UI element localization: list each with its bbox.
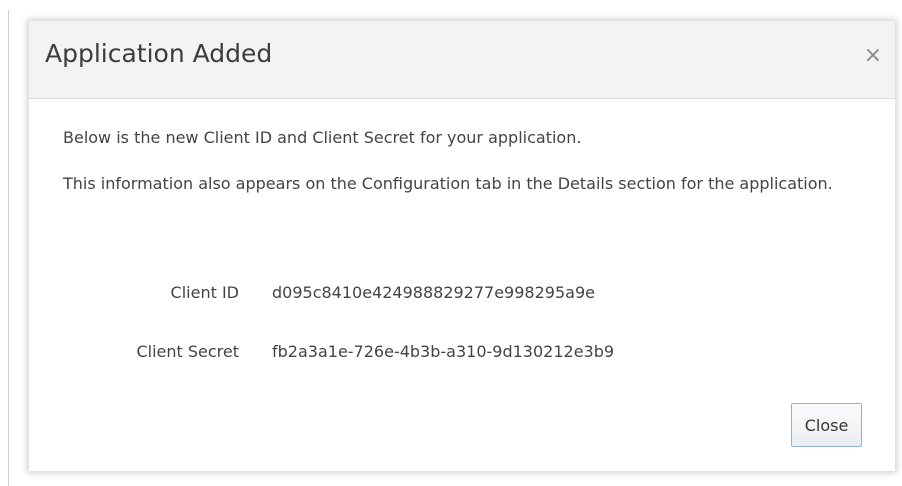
info-message: This information also appears on the Con… <box>63 174 833 193</box>
screenshot-stage: Application Added × Below is the new Cli… <box>0 0 902 486</box>
client-secret-value: fb2a3a1e-726e-4b3b-a310-9d130212e3b9 <box>272 342 615 361</box>
client-id-value: d095c8410e424988829277e998295a9e <box>272 283 595 302</box>
client-id-label: Client ID <box>170 283 239 302</box>
close-button[interactable]: Close <box>791 403 862 447</box>
intro-message: Below is the new Client ID and Client Se… <box>63 128 582 147</box>
application-added-dialog: Application Added × Below is the new Cli… <box>29 21 895 471</box>
background-page-edge <box>8 10 9 486</box>
client-secret-label: Client Secret <box>136 342 239 361</box>
dialog-title: Application Added <box>45 39 273 68</box>
close-icon[interactable]: × <box>861 44 885 68</box>
dialog-header: Application Added × <box>29 21 895 99</box>
